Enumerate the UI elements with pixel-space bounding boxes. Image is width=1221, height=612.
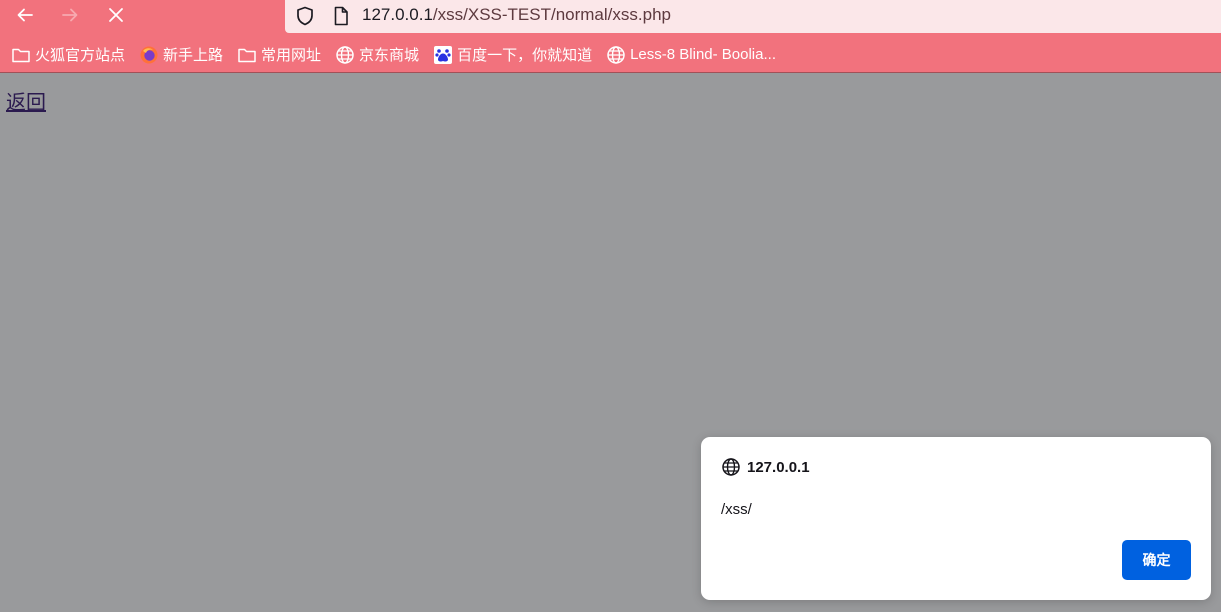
- folder-icon: [11, 45, 31, 65]
- globe-icon: [721, 457, 741, 477]
- alert-dialog: 127.0.0.1 /xss/ 确定: [701, 437, 1211, 600]
- bookmark-getting-started[interactable]: 新手上路: [139, 43, 223, 67]
- close-icon: [109, 8, 123, 22]
- globe-icon: [335, 45, 355, 65]
- bookmark-label: Less-8 Blind- Boolia...: [630, 46, 776, 63]
- folder-icon: [237, 45, 257, 65]
- dialog-title: 127.0.0.1: [747, 458, 810, 476]
- bookmark-common-sites[interactable]: 常用网址: [237, 43, 321, 67]
- url-bar[interactable]: 127.0.0.1/xss/XSS-TEST/normal/xss.php: [285, 0, 1221, 33]
- url-text[interactable]: 127.0.0.1/xss/XSS-TEST/normal/xss.php: [362, 4, 671, 26]
- arrow-left-icon: [17, 8, 33, 22]
- page-info-icon[interactable]: [332, 5, 350, 32]
- dialog-header: 127.0.0.1: [721, 457, 810, 477]
- bookmark-label: 火狐官方站点: [35, 47, 126, 64]
- stop-button[interactable]: [102, 2, 130, 28]
- baidu-icon: [433, 45, 453, 65]
- bookmark-baidu[interactable]: 百度一下，你就知道: [433, 43, 592, 67]
- back-link[interactable]: 返回: [6, 86, 46, 115]
- bookmark-label: 百度一下，你就知道: [457, 47, 593, 64]
- bookmark-jd[interactable]: 京东商城: [335, 43, 419, 67]
- ok-button[interactable]: 确定: [1122, 540, 1191, 580]
- bookmarks-bar: 火狐官方站点 新手上路 常用网址 京东商城 百度一下，你就知道 Less-8 B…: [0, 37, 1221, 73]
- arrow-right-icon: [62, 8, 78, 22]
- forward-button[interactable]: [56, 2, 84, 28]
- firefox-icon: [139, 45, 159, 65]
- url-host: 127.0.0.1: [362, 5, 433, 24]
- bookmark-label: 新手上路: [163, 47, 224, 64]
- bookmark-firefox-official[interactable]: 火狐官方站点: [11, 43, 125, 67]
- globe-icon: [606, 45, 626, 65]
- url-path: /xss/XSS-TEST/normal/xss.php: [432, 5, 671, 24]
- bookmark-less-8[interactable]: Less-8 Blind- Boolia...: [606, 43, 776, 67]
- back-button[interactable]: [11, 2, 39, 28]
- bookmark-label: 常用网址: [261, 47, 322, 64]
- dialog-message: /xss/: [721, 501, 752, 518]
- shield-icon[interactable]: [295, 5, 315, 32]
- browser-toolbar: 127.0.0.1/xss/XSS-TEST/normal/xss.php: [0, 0, 1221, 37]
- bookmark-label: 京东商城: [359, 47, 420, 64]
